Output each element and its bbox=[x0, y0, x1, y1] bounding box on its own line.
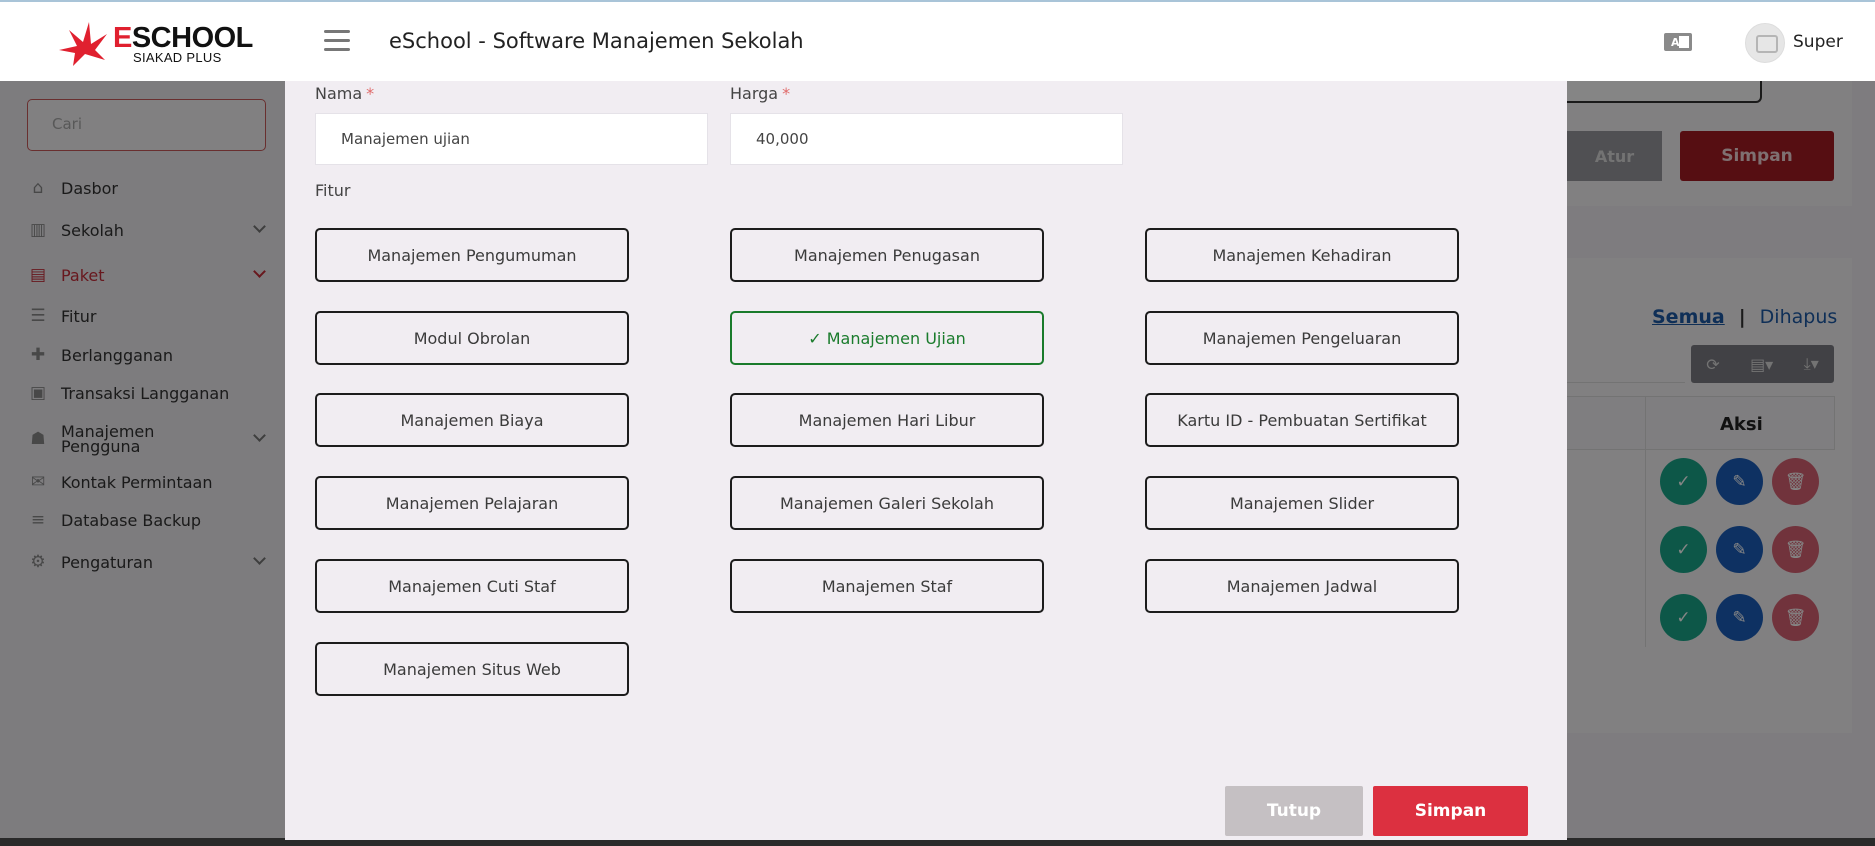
feature-toggle-button[interactable]: Kartu ID - Pembuatan Sertifikat bbox=[1145, 393, 1459, 447]
save-button[interactable]: Simpan bbox=[1373, 786, 1528, 836]
feature-toggle-button[interactable]: Manajemen Biaya bbox=[315, 393, 629, 447]
edit-package-modal: Nama * Manajemen ujian Harga * 40,000 Fitu… bbox=[285, 81, 1567, 840]
feature-toggle-button[interactable]: Manajemen Pengumuman bbox=[315, 228, 629, 282]
logo-mark-icon bbox=[59, 22, 107, 66]
user-avatar[interactable] bbox=[1745, 23, 1785, 63]
price-label: Harga * bbox=[730, 84, 791, 103]
name-label: Nama * bbox=[315, 84, 375, 103]
feature-toggle-button[interactable]: Manajemen Galeri Sekolah bbox=[730, 476, 1044, 530]
svg-text:A: A bbox=[1671, 36, 1680, 49]
feature-toggle-button[interactable]: Manajemen Pelajaran bbox=[315, 476, 629, 530]
close-button[interactable]: Tutup bbox=[1225, 786, 1363, 836]
eschool-logo[interactable]: ESCHOOL SIAKAD PLUS bbox=[55, 20, 253, 68]
name-input[interactable]: Manajemen ujian bbox=[315, 113, 708, 165]
feature-toggle-button[interactable]: Manajemen Staf bbox=[730, 559, 1044, 613]
top-header: ESCHOOL SIAKAD PLUS eSchool - Software M… bbox=[0, 0, 1875, 81]
language-icon[interactable]: A bbox=[1663, 32, 1693, 52]
feature-toggle-button[interactable]: Manajemen Hari Libur bbox=[730, 393, 1044, 447]
feature-toggle-button[interactable]: Manajemen Cuti Staf bbox=[315, 559, 629, 613]
feature-toggle-button[interactable]: ✓ Manajemen Ujian bbox=[730, 311, 1044, 365]
feature-toggle-button[interactable]: Manajemen Jadwal bbox=[1145, 559, 1459, 613]
logo-subtitle: SIAKAD PLUS bbox=[133, 50, 222, 65]
hamburger-menu-icon[interactable] bbox=[324, 30, 350, 54]
feature-toggle-button[interactable]: Manajemen Penugasan bbox=[730, 228, 1044, 282]
feature-toggle-button[interactable]: Manajemen Kehadiran bbox=[1145, 228, 1459, 282]
app-title: eSchool - Software Manajemen Sekolah bbox=[389, 29, 804, 53]
feature-toggle-button[interactable]: Manajemen Situs Web bbox=[315, 642, 629, 696]
feature-toggle-button[interactable]: Modul Obrolan bbox=[315, 311, 629, 365]
user-name[interactable]: Super bbox=[1793, 32, 1843, 52]
feature-toggle-button[interactable]: Manajemen Pengeluaran bbox=[1145, 311, 1459, 365]
feature-toggle-button[interactable]: Manajemen Slider bbox=[1145, 476, 1459, 530]
features-label: Fitur bbox=[315, 181, 351, 200]
price-input[interactable]: 40,000 bbox=[730, 113, 1123, 165]
